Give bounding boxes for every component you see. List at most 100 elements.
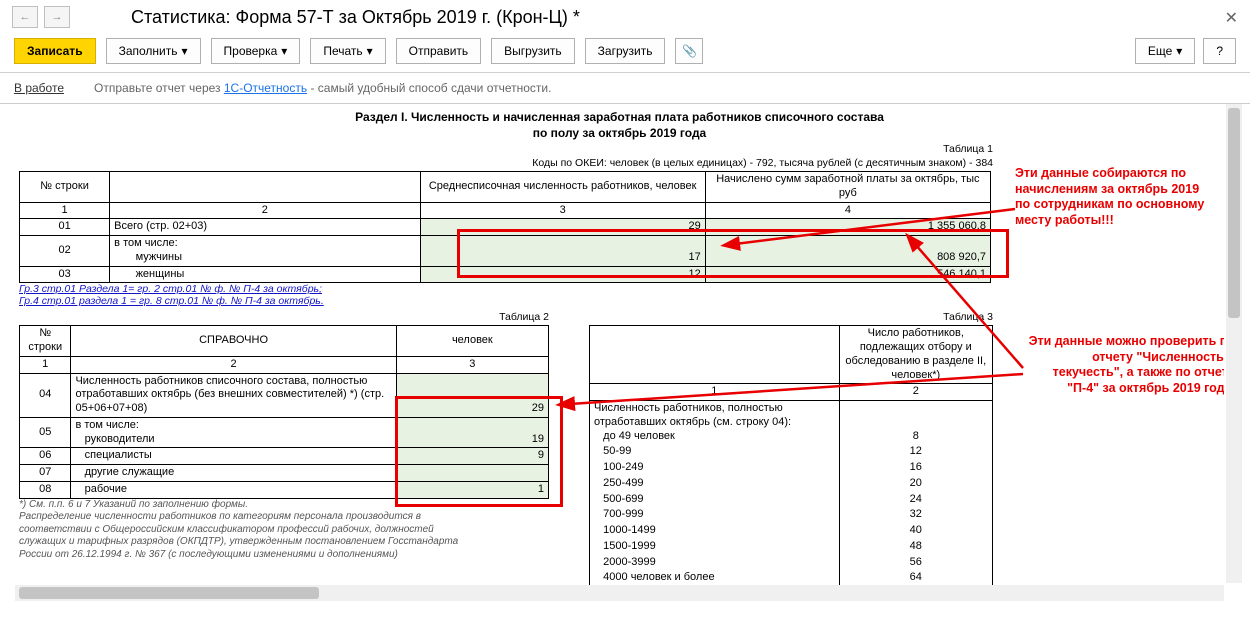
cell: 20 [839,476,992,492]
cell[interactable]: 9 [396,448,548,465]
cell[interactable] [396,465,548,482]
window-title: Статистика: Форма 57-Т за Октябрь 2019 г… [131,7,580,28]
t3-row: Численность работников, полностью отрабо… [590,401,993,445]
cell-txt: специалисты [85,449,152,461]
t3-row: 500-69924 [590,492,993,508]
t2-row: 08 рабочие 1 [20,481,549,498]
check-button[interactable]: Проверка▾ [211,38,301,64]
cell[interactable]: 1 [396,481,548,498]
t3-row: 100-249 16 [590,460,993,476]
help-button[interactable]: ? [1203,38,1236,64]
attach-button[interactable]: 📎 [675,38,703,64]
status-link[interactable]: В работе [14,81,64,95]
t1-sub2: 2 [110,202,420,219]
fill-button[interactable]: Заполнить▾ [106,38,201,64]
cell[interactable]: 12 [420,266,705,283]
t1-hdr-c3: Среднесписочная численность работников, … [420,172,705,203]
cell: 06 [20,448,71,465]
table1: № строки Среднесписочная численность раб… [19,171,991,283]
cell: 100-249 [603,461,643,473]
cell-l2: мужчины [136,251,182,263]
cell: другие служащие [71,465,396,482]
cell: Численность работников, полностью отрабо… [590,401,840,445]
print-button[interactable]: Печать▾ [310,38,385,64]
close-icon[interactable]: ✕ [1225,8,1238,28]
t3-sub2: 2 [839,384,992,401]
cell: Численность работников списочного состав… [71,373,396,417]
t2-sub2: 2 [71,356,396,373]
write-button[interactable]: Записать [14,38,96,64]
cell: 03 [20,266,110,283]
cell[interactable]: 29 [420,219,705,236]
cell: 1000-1499 [603,524,656,536]
t2-sub1: 1 [20,356,71,373]
send-button[interactable]: Отправить [396,38,482,64]
more-label: Еще [1148,44,1172,58]
cell: 12 [839,444,992,460]
t1-sub4: 4 [705,202,990,219]
table3-label: Таблица 3 [589,311,993,323]
cell: 56 [839,555,992,571]
t1-row: 02 в том числе: мужчины 17 808 920,7 [20,236,991,267]
t1-row: 03 женщины 12 546 140,1 [20,266,991,283]
cell: 07 [20,465,71,482]
cell: 8 [839,401,992,445]
t3-hdr-c1: Число работников, подлежащих отбору и об… [839,326,992,384]
t1-row: 01 Всего (стр. 02+03) 29 1 355 060,8 [20,219,991,236]
cell[interactable]: 19 [396,417,548,448]
cell: в том числе: руководители [71,417,396,448]
chevron-down-icon: ▾ [1176,44,1182,58]
t1-sub1: 1 [20,202,110,219]
cell: 40 [839,523,992,539]
nav-forward-button[interactable]: → [44,6,70,28]
import-button[interactable]: Загрузить [585,38,666,64]
print-label: Печать [323,44,362,58]
t2-footnote: *) См. п.п. 6 и 7 Указаний по заполнению… [19,499,549,562]
cell[interactable]: 546 140,1 [705,266,990,283]
t3-row: 700-99932 [590,507,993,523]
t1-hdr-c4: Начислено сумм заработной платы за октяб… [705,172,990,203]
cell-txt: женщины [136,268,185,280]
nav-back-button[interactable]: ← [12,6,38,28]
more-button[interactable]: Еще ▾ [1135,38,1195,64]
cell: 05 [20,417,71,448]
cell: 16 [839,460,992,476]
cell: 01 [20,219,110,236]
horizontal-scrollbar[interactable] [15,585,1224,601]
cell: 1500-1999 [603,540,656,552]
table3: Число работников, подлежащих отбору и об… [589,325,993,587]
t3-hdr-empty [590,326,840,384]
note-blue-1: Гр.3 стр.01 Раздела 1= гр. 2 стр.01 № ф.… [19,283,993,295]
t2-sub3: 3 [396,356,548,373]
table1-label: Таблица 1 [19,143,993,155]
cell: 250-499 [603,477,643,489]
note-blue-2: Гр.4 стр.01 раздела 1 = гр. 8 стр.01 № ф… [19,295,993,307]
cell: 500-699 [603,493,643,505]
chevron-down-icon: ▾ [281,44,287,58]
cell: Всего (стр. 02+03) [110,219,420,236]
cell-txt: другие служащие [85,466,175,478]
check-label: Проверка [224,44,278,58]
annotation-text-2: Эти данные можно проверить по отчету "Чи… [1025,334,1224,397]
t3-row: 50-9912 [590,444,993,460]
t1-hdr-no: № строки [20,172,110,203]
cell[interactable]: 17 [420,236,705,267]
paperclip-icon: 📎 [682,44,697,58]
cell-r: до 49 человек [603,430,675,442]
cell[interactable]: 808 920,7 [705,236,990,267]
cell[interactable]: 1 355 060,8 [705,219,990,236]
t3-row: 250-499 20 [590,476,993,492]
vertical-scrollbar[interactable] [1226,104,1242,583]
report-link[interactable]: 1С-Отчетность [224,81,307,95]
fill-label: Заполнить [119,44,178,58]
t1-sub3: 3 [420,202,705,219]
t3-row: 1000-1499 40 [590,523,993,539]
cell: 4000 человек и более [603,571,714,583]
cell-txt: рабочие [85,483,127,495]
export-button[interactable]: Выгрузить [491,38,575,64]
cell: 2000-3999 [603,556,656,568]
cell: рабочие [71,481,396,498]
t2-row: 07 другие служащие [20,465,549,482]
section-title-l2: по полу за октябрь 2019 года [533,126,706,140]
cell[interactable]: 29 [396,373,548,417]
